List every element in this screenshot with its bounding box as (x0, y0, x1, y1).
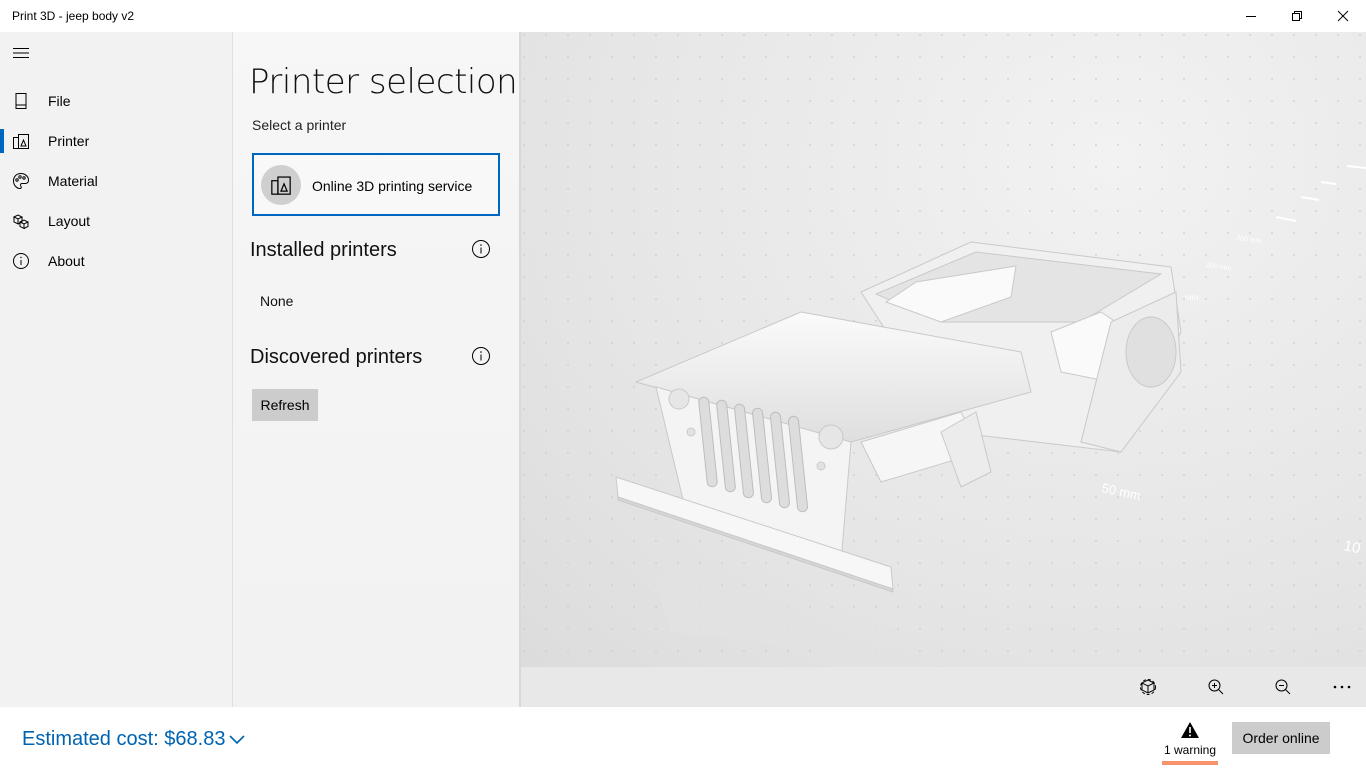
bottom-bar: Estimated cost: $68.83 1 warning Order o… (0, 707, 1366, 768)
nav-item-label: File (48, 93, 71, 109)
online-printing-service-label: Online 3D printing service (312, 178, 473, 194)
minimize-button[interactable] (1228, 0, 1274, 32)
warning-underline (1162, 761, 1218, 765)
view-3d-icon (1140, 679, 1156, 695)
more-options-button[interactable] (1330, 675, 1354, 699)
order-online-button[interactable]: Order online (1232, 722, 1330, 754)
nav-item-label: Layout (48, 213, 91, 229)
nav-pane: File Printer Material Layout About (0, 32, 233, 707)
window-title: Print 3D - jeep body v2 (12, 9, 135, 23)
close-button[interactable] (1320, 0, 1366, 32)
nav-item-file[interactable]: File (0, 81, 233, 121)
restore-icon (1292, 11, 1302, 21)
discovered-printers-info-icon[interactable] (471, 346, 491, 366)
printer-selection-panel: Printer selection Select a printer Onlin… (233, 32, 521, 707)
installed-printers-heading: Installed printers (250, 239, 397, 261)
zoom-in-icon (1208, 679, 1224, 695)
printer-icon (13, 134, 29, 149)
nav-item-label: About (48, 253, 85, 269)
viewport-toolbar (521, 667, 1366, 707)
zoom-out-icon (1275, 679, 1291, 695)
estimated-cost[interactable]: Estimated cost: $68.83 (22, 728, 225, 751)
nav-item-printer[interactable]: Printer (0, 121, 233, 161)
cubes-icon (12, 214, 30, 230)
discovered-printers-heading: Discovered printers (250, 346, 423, 368)
nav-item-about[interactable]: About (0, 241, 233, 281)
installed-printers-info-icon[interactable] (471, 239, 491, 259)
3d-viewport[interactable]: 50 mm 10 200 mm 250 mm mm (521, 32, 1366, 667)
nav-item-label: Printer (48, 133, 90, 149)
view-3d-button[interactable] (1136, 675, 1160, 699)
hamburger-menu-button[interactable] (10, 42, 32, 64)
warning-icon (1181, 722, 1199, 738)
page-title: Printer selection (249, 62, 518, 102)
online-printer-avatar (261, 165, 301, 205)
nav-item-layout[interactable]: Layout (0, 201, 233, 241)
file-icon (15, 93, 27, 109)
more-icon (1333, 685, 1351, 689)
nav-item-label: Material (48, 173, 98, 189)
restore-button[interactable] (1274, 0, 1320, 32)
refresh-button[interactable]: Refresh (252, 389, 318, 421)
installed-printers-none: None (260, 293, 294, 309)
info-icon (13, 253, 29, 269)
warning-indicator[interactable]: 1 warning (1162, 721, 1218, 765)
palette-icon (12, 172, 30, 190)
zoom-out-button[interactable] (1271, 675, 1295, 699)
zoom-in-button[interactable] (1204, 675, 1228, 699)
nav-item-material[interactable]: Material (0, 161, 233, 201)
online-printing-service-option[interactable]: Online 3D printing service (252, 153, 500, 216)
select-printer-label: Select a printer (252, 117, 347, 133)
hamburger-icon (13, 48, 29, 58)
build-plate-scene: 50 mm 10 200 mm 250 mm mm (521, 32, 1366, 667)
scale-label: 10 (1342, 537, 1362, 557)
title-bar: Print 3D - jeep body v2 (0, 0, 1366, 32)
active-indicator (0, 129, 4, 153)
warning-label: 1 warning (1163, 743, 1217, 757)
printer-icon (271, 176, 291, 195)
close-icon (1337, 10, 1349, 22)
scale-label: mm (1185, 293, 1199, 302)
chevron-down-icon[interactable] (228, 734, 246, 746)
minimize-icon (1246, 16, 1256, 17)
